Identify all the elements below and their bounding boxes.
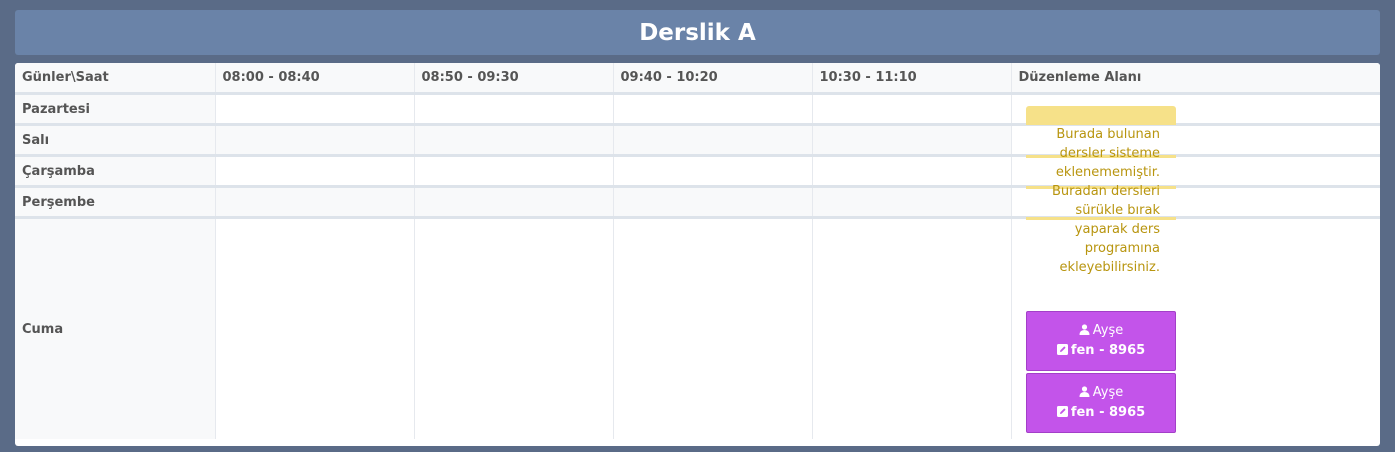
day-label: Salı	[15, 124, 216, 157]
lesson-card[interactable]: Ayşe fen - 8965	[1026, 373, 1176, 433]
lesson-course: fen - 8965	[1070, 343, 1146, 358]
schedule-cell[interactable]	[215, 155, 415, 188]
schedule-cell[interactable]	[812, 217, 1012, 439]
schedule-panel: Günler\Saat 08:00 - 08:40 08:50 - 09:30 …	[15, 63, 1380, 446]
slot-header: 08:50 - 09:30	[414, 63, 614, 95]
notice-line: sürükle bırak	[1075, 203, 1160, 218]
schedule-cell[interactable]	[613, 186, 813, 219]
notice-line: Buradan dersleri	[1052, 184, 1160, 199]
schedule-cell[interactable]	[215, 93, 415, 126]
schedule-cell[interactable]	[414, 124, 614, 157]
header-row: Günler\Saat 08:00 - 08:40 08:50 - 09:30 …	[15, 63, 1380, 95]
schedule-cell[interactable]	[613, 124, 813, 157]
schedule-cell[interactable]	[215, 217, 415, 439]
schedule-cell[interactable]	[812, 124, 1012, 157]
notice-line: programına	[1084, 241, 1160, 256]
day-label: Çarşamba	[15, 155, 216, 188]
schedule-cell[interactable]	[613, 155, 813, 188]
schedule-cell[interactable]	[215, 124, 415, 157]
schedule-cell[interactable]	[812, 93, 1012, 126]
notice-line: Burada bulunan	[1056, 127, 1160, 142]
schedule-cell[interactable]	[613, 93, 813, 126]
lesson-teacher: Ayşe	[1092, 385, 1124, 400]
day-label: Pazartesi	[15, 93, 216, 126]
schedule-cell[interactable]	[414, 186, 614, 219]
schedule-cell[interactable]	[812, 186, 1012, 219]
slot-header: 10:30 - 11:10	[812, 63, 1012, 95]
user-icon	[1079, 322, 1090, 341]
lesson-course: fen - 8965	[1070, 405, 1146, 420]
schedule-cell[interactable]	[414, 93, 614, 126]
day-label: Perşembe	[15, 186, 216, 219]
edit-icon	[1056, 404, 1068, 423]
notice-line: ekleyebilirsiniz.	[1059, 260, 1160, 275]
lesson-card[interactable]: Ayşe fen - 8965	[1026, 311, 1176, 371]
schedule-cell[interactable]	[414, 217, 614, 439]
lesson-teacher: Ayşe	[1092, 323, 1124, 338]
edit-icon	[1056, 342, 1068, 361]
notice-line: yaparak ders	[1074, 222, 1160, 237]
notice-line: eklenememiştir.	[1055, 165, 1160, 180]
schedule-cell[interactable]	[414, 155, 614, 188]
page-title: Derslik A	[15, 10, 1380, 55]
schedule-cell[interactable]	[215, 186, 415, 219]
notice-header-band	[1026, 106, 1176, 125]
corner-header: Günler\Saat	[15, 63, 216, 95]
schedule-cell[interactable]	[613, 217, 813, 439]
day-label: Cuma	[15, 217, 216, 439]
slot-header: 09:40 - 10:20	[613, 63, 813, 95]
user-icon	[1079, 384, 1090, 403]
edit-area-header: Düzenleme Alanı	[1011, 63, 1380, 95]
edit-area-notice: Burada bulunan dersler sisteme eklenemem…	[1026, 106, 1176, 277]
schedule-cell[interactable]	[812, 155, 1012, 188]
slot-header: 08:00 - 08:40	[215, 63, 415, 95]
notice-line: dersler sisteme	[1059, 146, 1160, 161]
